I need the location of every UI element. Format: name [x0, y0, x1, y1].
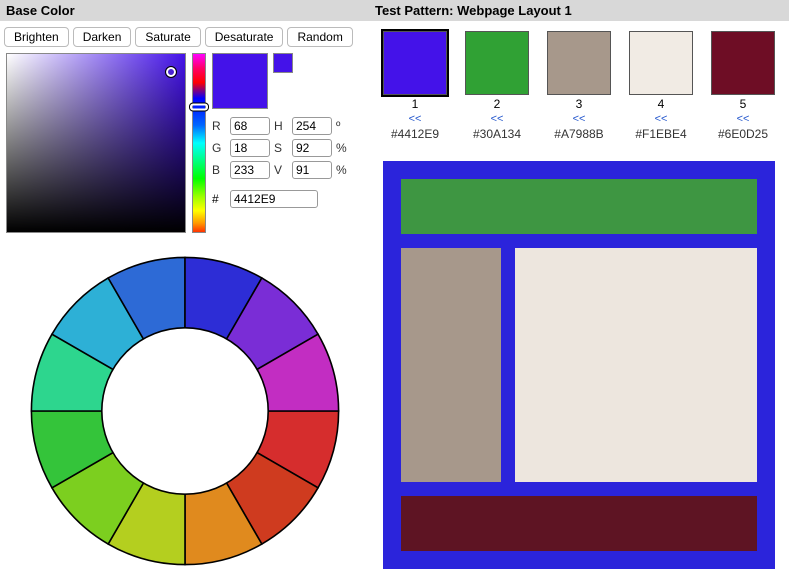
palette-swatch-2[interactable]	[465, 31, 529, 95]
v-input[interactable]	[292, 161, 332, 179]
sv-cursor[interactable]	[166, 67, 176, 77]
random-button[interactable]: Random	[287, 27, 352, 47]
h-label: H	[274, 119, 288, 133]
palette-strip: 1 << #4412E9 2 << #30A134 3 << #A7988B 4 << #F1EBE4…	[369, 21, 789, 149]
base-color-panel: Base Color Brighten Darken Saturate Desa…	[0, 0, 369, 583]
layout-header-block	[401, 179, 757, 234]
test-pattern-title: Test Pattern: Webpage Layout 1	[369, 0, 789, 21]
picker-row: R H º G S % B V % #	[0, 53, 369, 233]
s-label: S	[274, 141, 288, 155]
palette-number-4: 4	[658, 97, 665, 111]
palette-prev-1[interactable]: <<	[409, 113, 422, 125]
palette-hex-3: #A7988B	[554, 127, 603, 141]
palette-swatch-3[interactable]	[547, 31, 611, 95]
darken-button[interactable]: Darken	[73, 27, 132, 47]
v-label: V	[274, 163, 288, 177]
palette-swatch-1[interactable]	[383, 31, 447, 95]
r-label: R	[212, 119, 226, 133]
hash-label: #	[212, 192, 226, 206]
saturate-button[interactable]: Saturate	[135, 27, 200, 47]
palette-item-3: 3 << #A7988B	[547, 31, 611, 141]
palette-number-1: 1	[412, 97, 419, 111]
palette-prev-2[interactable]: <<	[491, 113, 504, 125]
layout-footer-block	[401, 496, 757, 551]
previous-color-swatch[interactable]	[273, 53, 293, 73]
hue-cursor[interactable]	[190, 104, 208, 111]
palette-number-2: 2	[494, 97, 501, 111]
desaturate-button[interactable]: Desaturate	[205, 27, 284, 47]
palette-number-3: 3	[576, 97, 583, 111]
value-inputs: R H º G S % B V %	[212, 117, 363, 179]
r-input[interactable]	[230, 117, 270, 135]
base-color-title: Base Color	[0, 0, 369, 21]
adjust-toolbar: Brighten Darken Saturate Desaturate Rand…	[0, 21, 369, 53]
current-color-swatch	[212, 53, 268, 109]
palette-prev-3[interactable]: <<	[573, 113, 586, 125]
palette-swatch-4[interactable]	[629, 31, 693, 95]
palette-item-2: 2 << #30A134	[465, 31, 529, 141]
layout-main-block	[515, 248, 757, 482]
palette-prev-4[interactable]: <<	[655, 113, 668, 125]
pct-unit-2: %	[336, 163, 346, 177]
palette-swatch-5[interactable]	[711, 31, 775, 95]
layout-frame	[383, 161, 775, 569]
palette-hex-2: #30A134	[473, 127, 521, 141]
color-wheel-wrap	[0, 233, 369, 571]
b-label: B	[212, 163, 226, 177]
hue-slider[interactable]	[192, 53, 206, 233]
palette-prev-5[interactable]: <<	[737, 113, 750, 125]
palette-hex-4: #F1EBE4	[635, 127, 686, 141]
layout-sidebar-block	[401, 248, 501, 482]
b-input[interactable]	[230, 161, 270, 179]
palette-item-4: 4 << #F1EBE4	[629, 31, 693, 141]
preview-column: R H º G S % B V % #	[212, 53, 363, 233]
saturation-value-picker[interactable]	[6, 53, 186, 233]
palette-hex-5: #6E0D25	[718, 127, 768, 141]
g-label: G	[212, 141, 226, 155]
s-input[interactable]	[292, 139, 332, 157]
palette-item-5: 5 << #6E0D25	[711, 31, 775, 141]
pct-unit-1: %	[336, 141, 346, 155]
test-pattern-panel: Test Pattern: Webpage Layout 1 1 << #4412E…	[369, 0, 789, 583]
palette-item-1: 1 << #4412E9	[383, 31, 447, 141]
palette-number-5: 5	[740, 97, 747, 111]
h-input[interactable]	[292, 117, 332, 135]
layout-preview-area	[369, 149, 789, 583]
color-wheel[interactable]	[25, 251, 345, 571]
palette-hex-1: #4412E9	[391, 127, 439, 141]
hex-input[interactable]	[230, 190, 318, 208]
brighten-button[interactable]: Brighten	[4, 27, 69, 47]
g-input[interactable]	[230, 139, 270, 157]
deg-unit: º	[336, 119, 346, 133]
